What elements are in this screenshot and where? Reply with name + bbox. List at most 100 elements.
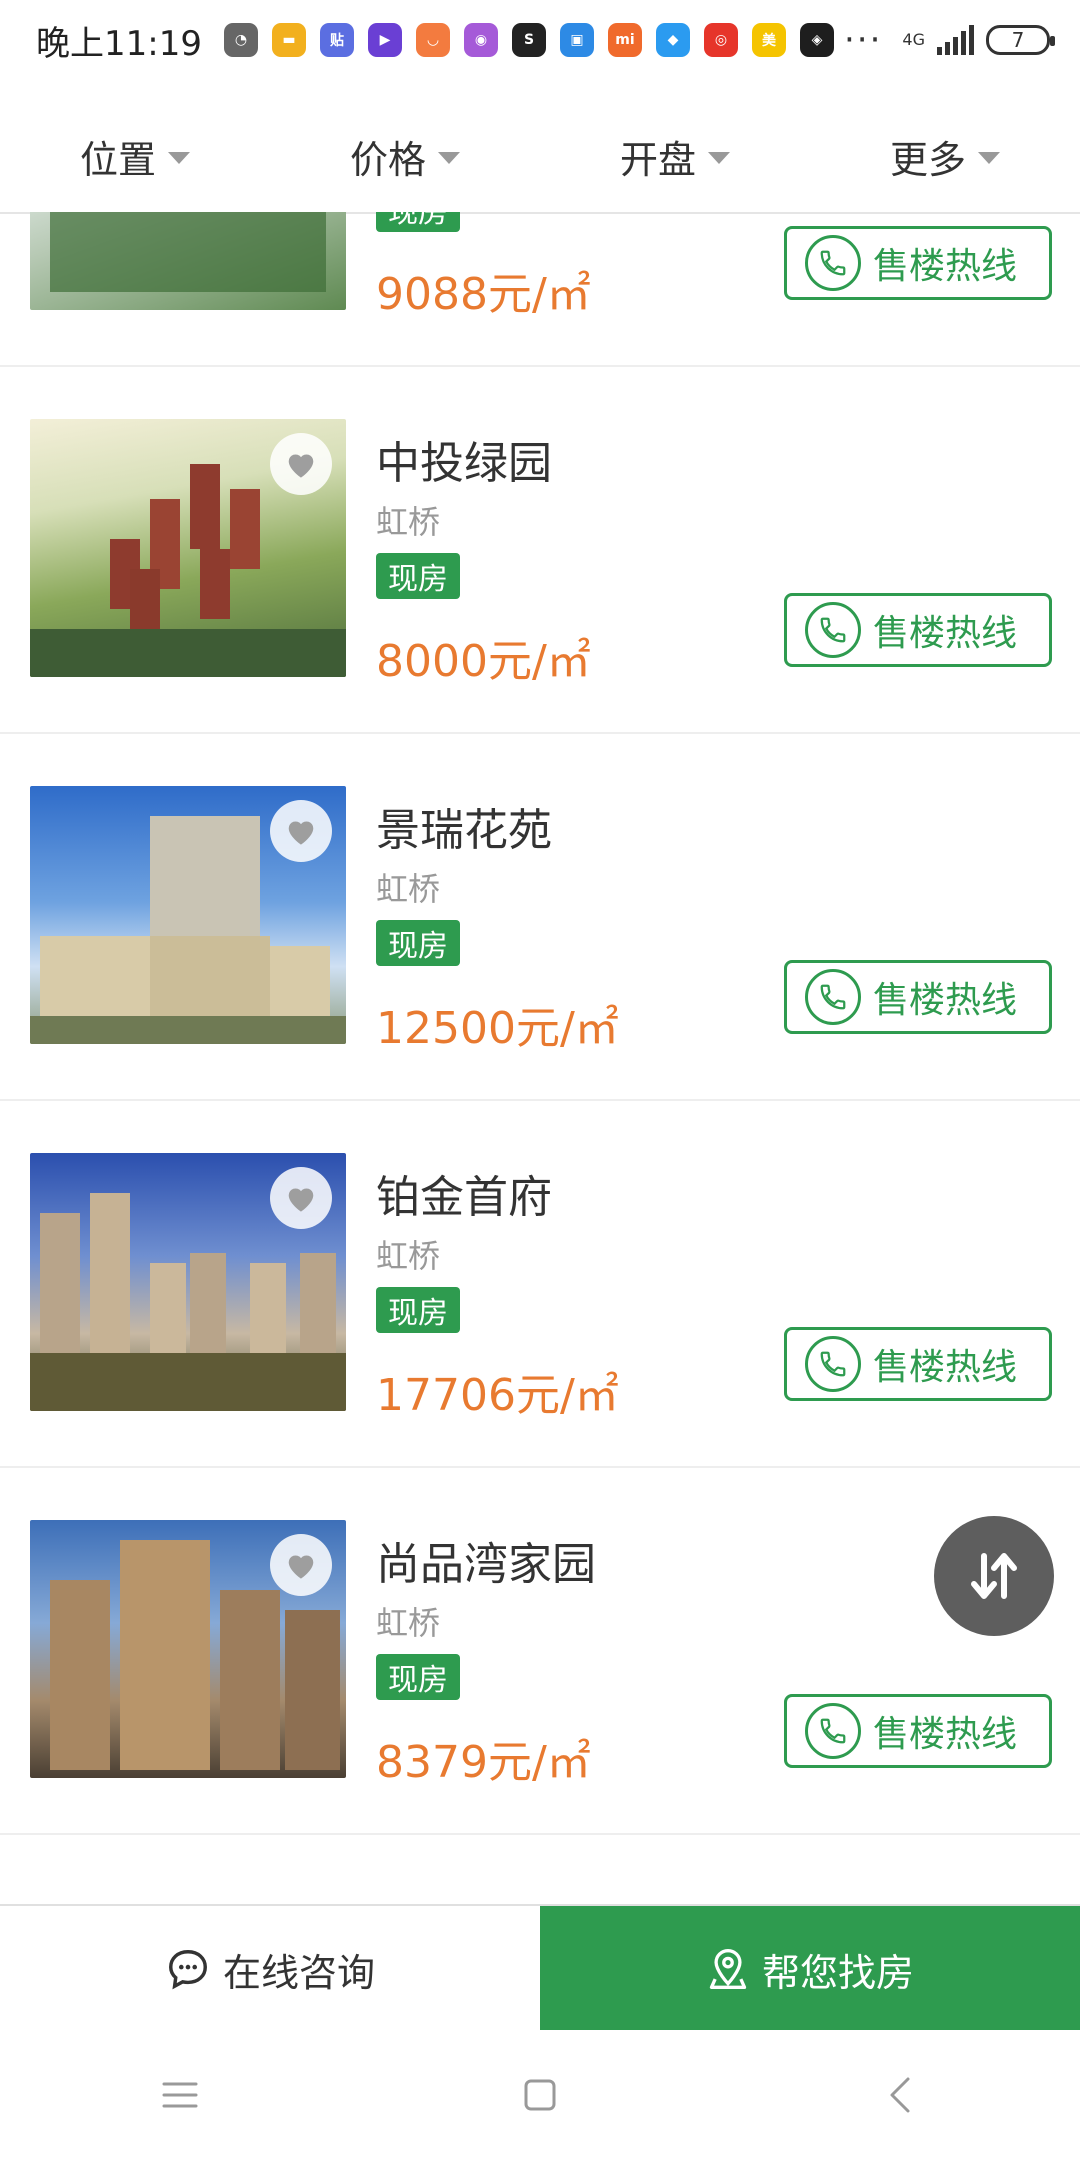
video-icon: ▶ [367, 23, 402, 57]
property-name: 景瑞花苑 [376, 805, 552, 856]
app-dark-icon: ◈ [799, 23, 834, 57]
favorite-button[interactable] [270, 800, 332, 862]
property-photo [30, 1153, 346, 1411]
status-tag: 现房 [376, 1287, 460, 1333]
sales-hotline-button[interactable]: 售楼热线 [784, 1694, 1052, 1768]
heart-icon [288, 454, 314, 478]
sort-toggle-button[interactable] [934, 1516, 1054, 1636]
favorite-button[interactable] [270, 1534, 332, 1596]
back-button[interactable] [860, 2055, 940, 2135]
property-card[interactable]: 尚品湾家园 虹桥 现房 8379元/㎡ 售楼热线 [0, 1468, 1080, 1835]
buildings-illustration [50, 212, 326, 292]
status-bar: 晚上11:19 ◔ ▬ 贴 ▶ ◡ ◉ S ▣ mi ◆ ◎ 美 ◈ ··· 4G 7 [0, 0, 1080, 80]
bottom-action-bar: 在线咨询 帮您找房 [0, 1904, 1080, 2032]
status-tag: 现房 [376, 553, 460, 599]
property-name: 中投绿园 [376, 438, 552, 489]
property-photo [30, 212, 346, 310]
property-district: 虹桥 [376, 503, 441, 541]
property-name: 尚品湾家园 [376, 1539, 596, 1590]
property-card[interactable]: 铂金首府 虹桥 现房 17706元/㎡ 售楼热线 [0, 1101, 1080, 1468]
sales-hotline-button[interactable]: 售楼热线 [784, 1327, 1052, 1401]
network-type: 4G [902, 30, 925, 49]
menu-button[interactable] [140, 2055, 220, 2135]
price: 8379元/㎡ [376, 1737, 591, 1788]
price: 9088元/㎡ [376, 269, 591, 320]
hotline-label: 售楼热线 [873, 1714, 1018, 1755]
mi-icon: mi [607, 23, 642, 57]
hotline-label: 售楼热线 [873, 980, 1018, 1021]
property-photo [30, 419, 346, 677]
chevron-down-icon [708, 152, 730, 164]
app-yellow-icon: ▬ [271, 23, 306, 57]
status-tag: 现房 [376, 920, 460, 966]
heart-icon [288, 1188, 314, 1212]
filter-price[interactable]: 价格 [270, 100, 540, 212]
phone-icon [805, 969, 861, 1025]
filter-bar: 位置 价格 开盘 更多 [0, 100, 1080, 214]
price: 8000元/㎡ [376, 636, 591, 687]
home-square-icon [524, 2079, 556, 2111]
property-list: 现房 9088元/㎡ 售楼热线 中投绿园 虹桥 现房 8000元/㎡ 售楼热线 … [0, 212, 1080, 1900]
consult-label: 在线咨询 [222, 1950, 375, 1995]
battery-level: 7 [1011, 28, 1025, 52]
property-card[interactable]: 现房 9088元/㎡ 售楼热线 [0, 212, 1080, 367]
filter-label: 价格 [349, 137, 426, 182]
sales-hotline-button[interactable]: 售楼热线 [784, 226, 1052, 300]
status-time: 晚上11:19 [36, 23, 202, 64]
property-photo [30, 1520, 346, 1778]
property-district: 虹桥 [376, 870, 441, 908]
meituan-icon: 美 [751, 23, 786, 57]
find-home-label: 帮您找房 [761, 1950, 914, 1995]
property-photo [30, 786, 346, 1044]
more-notifications-icon: ··· [843, 20, 883, 60]
sales-hotline-button[interactable]: 售楼热线 [784, 593, 1052, 667]
system-indicators: 4G 7 [902, 25, 1055, 55]
home-button[interactable] [500, 2055, 580, 2135]
phone-icon [805, 602, 861, 658]
property-card[interactable]: 景瑞花苑 虹桥 现房 12500元/㎡ 售楼热线 [0, 734, 1080, 1101]
menu-icon [162, 2082, 198, 2108]
filter-opening[interactable]: 开盘 [540, 100, 810, 212]
hotline-label: 售楼热线 [873, 613, 1018, 654]
battery-icon: 7 [986, 25, 1055, 55]
sales-hotline-button[interactable]: 售楼热线 [784, 960, 1052, 1034]
weibo-icon: ◎ [703, 23, 738, 57]
property-card[interactable]: 中投绿园 虹桥 现房 8000元/㎡ 售楼热线 [0, 367, 1080, 734]
heart-icon [288, 821, 314, 845]
status-tag: 现房 [376, 212, 460, 232]
favorite-button[interactable] [270, 433, 332, 495]
chat-icon: ◉ [463, 23, 498, 57]
property-name: 铂金首府 [376, 1172, 552, 1223]
phone-icon [805, 1336, 861, 1392]
hotline-label: 售楼热线 [873, 246, 1018, 287]
chevron-down-icon [168, 152, 190, 164]
filter-location[interactable]: 位置 [0, 100, 270, 212]
system-nav-bar [0, 2030, 1080, 2160]
filter-label: 开盘 [619, 137, 696, 182]
filter-label: 更多 [889, 137, 966, 182]
property-district: 虹桥 [376, 1237, 441, 1275]
price: 12500元/㎡ [376, 1003, 619, 1054]
phone-icon [805, 235, 861, 291]
swap-vertical-icon [971, 1553, 1017, 1599]
back-arrow-icon [890, 2077, 910, 2113]
help-find-home-button[interactable]: 帮您找房 [540, 1906, 1080, 2032]
favorite-button[interactable] [270, 1167, 332, 1229]
chevron-down-icon [978, 152, 1000, 164]
chat-bubble-icon [169, 1950, 207, 1990]
price: 17706元/㎡ [376, 1370, 619, 1421]
doc-icon: ▣ [559, 23, 594, 57]
property-district: 虹桥 [376, 1604, 441, 1642]
tieba-icon: 贴 [319, 23, 354, 57]
online-consult-button[interactable]: 在线咨询 [0, 1906, 540, 2032]
filter-more[interactable]: 更多 [810, 100, 1080, 212]
status-tag: 现房 [376, 1654, 460, 1700]
filter-label: 位置 [79, 137, 156, 182]
qq-icon: ◔ [223, 23, 258, 57]
app-blue-icon: ◆ [655, 23, 690, 57]
signal-icon [937, 25, 974, 55]
hotline-label: 售楼热线 [873, 1347, 1018, 1388]
chevron-down-icon [438, 152, 460, 164]
soul-icon: S [511, 23, 546, 57]
phone-icon [805, 1703, 861, 1759]
